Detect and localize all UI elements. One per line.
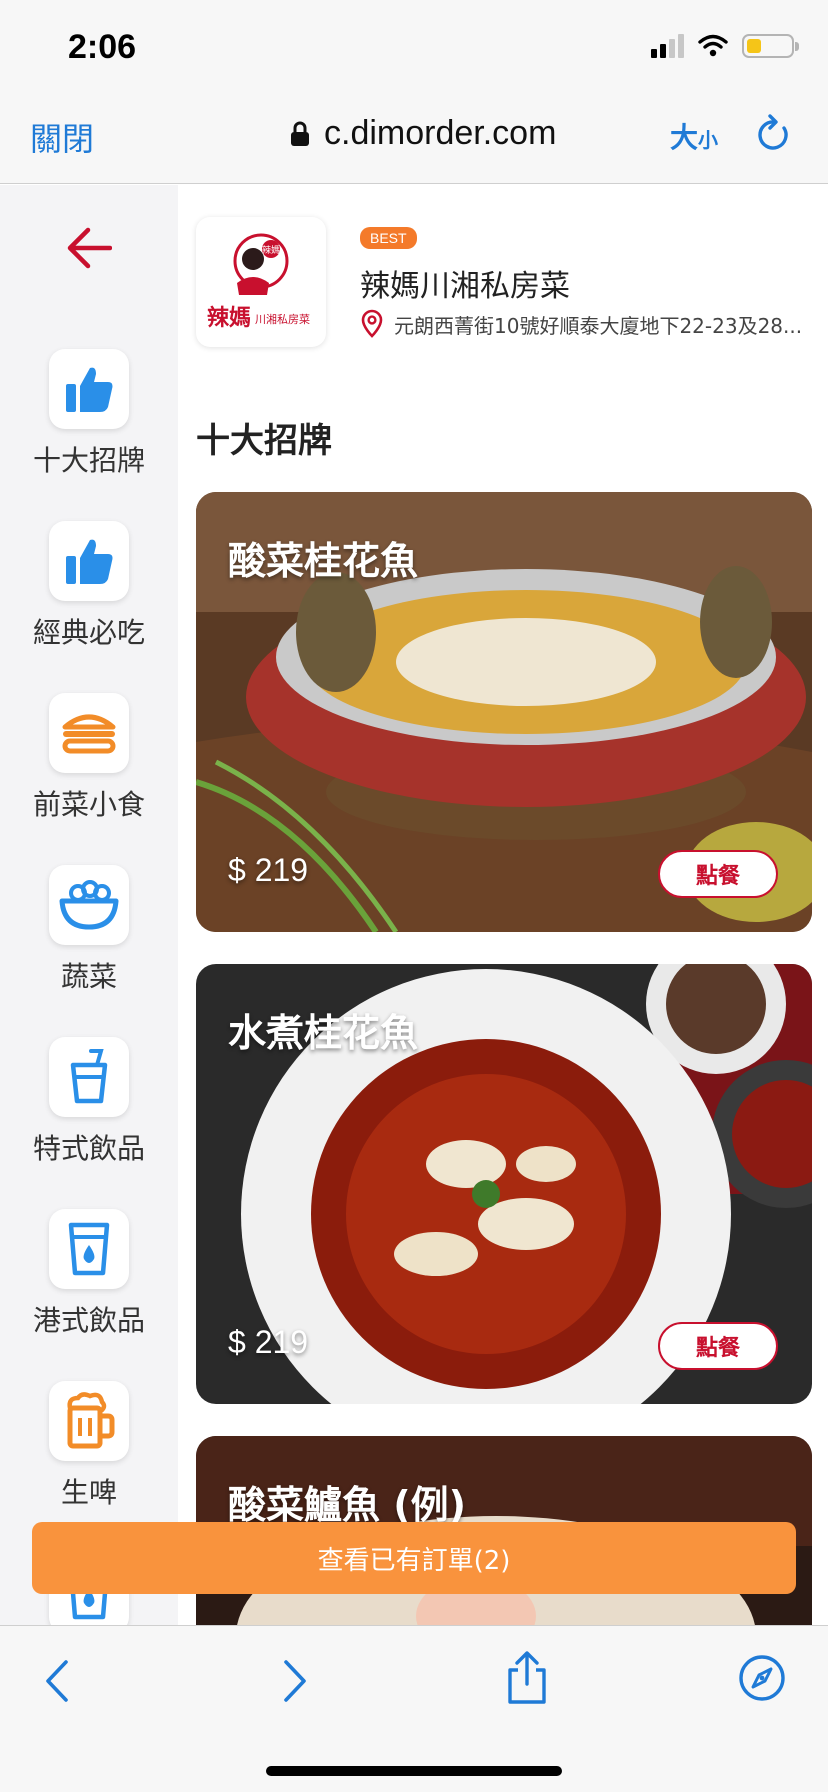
sidebar-item-draft-beer[interactable]: 生啤 bbox=[0, 1381, 178, 1511]
status-icons bbox=[651, 34, 799, 58]
close-button[interactable]: 關閉 bbox=[30, 114, 94, 160]
restaurant-logo-image: 辣媽 辣媽 川湘私房菜 bbox=[207, 233, 310, 331]
status-time: 2:06 bbox=[68, 28, 137, 66]
lock-icon bbox=[291, 121, 309, 146]
restaurant-name: 辣媽川湘私房菜 bbox=[360, 269, 570, 304]
location-pin-icon bbox=[361, 309, 383, 338]
restaurant-logo: 辣媽 辣媽 川湘私房菜 bbox=[196, 217, 326, 347]
view-orders-button[interactable]: 查看已有訂單(2) bbox=[32, 1522, 796, 1594]
address-text: 元朗西菁街10號好順泰大廈地下22-23及28... bbox=[394, 313, 803, 338]
dish-price: $ 219 bbox=[228, 852, 309, 888]
compass-icon[interactable] bbox=[738, 1654, 786, 1702]
best-badge: BEST bbox=[360, 227, 417, 249]
thumbs-up-icon bbox=[49, 521, 129, 601]
glass-drop-icon bbox=[49, 1209, 129, 1289]
sidebar-item-label: 十大招牌 bbox=[32, 444, 145, 477]
back-icon[interactable] bbox=[42, 1656, 72, 1706]
dish-name: 酸菜鱸魚 (例) bbox=[228, 1483, 466, 1527]
sidebar-item-hk-drinks[interactable]: 港式飲品 bbox=[0, 1209, 178, 1339]
browser-toolbar bbox=[0, 1625, 828, 1792]
menu-content: 辣媽 辣媽 川湘私房菜 BEST 辣媽川湘私房菜 元朗西菁街10號好順泰大廈地下… bbox=[178, 185, 828, 1625]
dish-price: $ 219 bbox=[228, 1324, 309, 1360]
sidebar-item-label: 特式飲品 bbox=[32, 1132, 145, 1165]
bowl-icon bbox=[49, 865, 129, 945]
burger-icon bbox=[49, 693, 129, 773]
url-field[interactable]: c.dimorder.com bbox=[290, 114, 556, 153]
drink-cup-icon bbox=[49, 1037, 129, 1117]
sidebar-item-label: 港式飲品 bbox=[32, 1304, 145, 1337]
sidebar-item-vegetables[interactable]: 蔬菜 bbox=[0, 865, 178, 995]
order-button[interactable]: 點餐 bbox=[658, 1322, 778, 1370]
svg-text:川湘私房菜: 川湘私房菜 bbox=[255, 312, 310, 326]
thumbs-up-icon bbox=[49, 349, 129, 429]
sidebar-item-label: 經典必吃 bbox=[32, 616, 145, 649]
text-size-big-label: 大 bbox=[670, 121, 699, 154]
sidebar-item-label: 前菜小食 bbox=[32, 788, 145, 821]
sidebar-item-label: 生啤 bbox=[60, 1476, 117, 1509]
cellular-signal-icon bbox=[651, 34, 684, 58]
sidebar-item-signature[interactable]: 十大招牌 bbox=[0, 349, 178, 479]
dish-card[interactable]: 水煮桂花魚 $ 219 點餐 bbox=[196, 964, 812, 1404]
category-sidebar: 十大招牌 經典必吃 前菜小食 蔬菜 特式飲品 港式飲品 生啤 bbox=[0, 185, 178, 1625]
dish-name: 水煮桂花魚 bbox=[228, 1011, 419, 1055]
reload-icon[interactable] bbox=[756, 114, 792, 154]
order-button[interactable]: 點餐 bbox=[658, 850, 778, 898]
section-title: 十大招牌 bbox=[196, 421, 332, 461]
svg-text:辣媽: 辣媽 bbox=[262, 244, 280, 256]
back-arrow-icon[interactable] bbox=[66, 227, 112, 269]
restaurant-address[interactable]: 元朗西菁街10號好順泰大廈地下22-23及28... bbox=[360, 309, 820, 339]
sidebar-item-classic[interactable]: 經典必吃 bbox=[0, 521, 178, 651]
share-icon[interactable] bbox=[504, 1650, 550, 1706]
home-indicator bbox=[266, 1766, 562, 1776]
text-size-button[interactable]: 大小 bbox=[670, 116, 718, 156]
dish-name: 酸菜桂花魚 bbox=[228, 539, 419, 583]
browser-url-bar: 關閉 c.dimorder.com 大小 bbox=[0, 96, 828, 184]
beer-mug-icon bbox=[49, 1381, 129, 1461]
status-bar: 2:06 bbox=[0, 0, 828, 96]
sidebar-item-label: 蔬菜 bbox=[60, 960, 117, 993]
battery-icon bbox=[742, 34, 799, 58]
sidebar-item-special-drinks[interactable]: 特式飲品 bbox=[0, 1037, 178, 1167]
text-size-small-label: 小 bbox=[698, 128, 719, 152]
forward-icon[interactable] bbox=[280, 1656, 310, 1706]
url-text: c.dimorder.com bbox=[324, 114, 557, 152]
dish-card[interactable]: 酸菜桂花魚 $ 219 點餐 bbox=[196, 492, 812, 932]
sidebar-item-appetizers[interactable]: 前菜小食 bbox=[0, 693, 178, 823]
wifi-icon bbox=[698, 34, 728, 57]
svg-text:辣媽: 辣媽 bbox=[207, 305, 251, 331]
